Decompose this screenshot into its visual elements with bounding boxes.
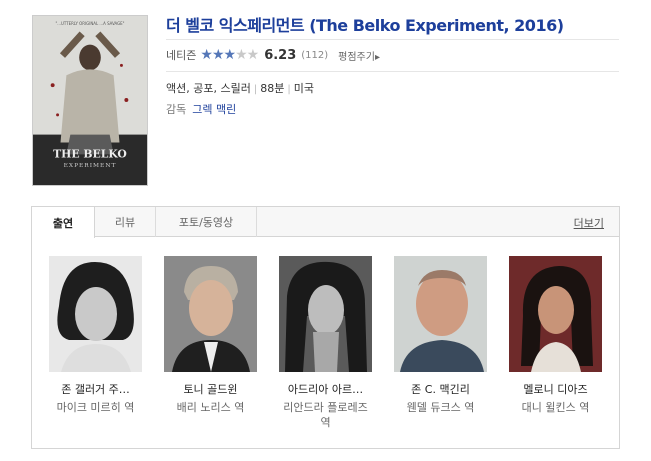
star-icon: ★: [223, 47, 237, 63]
tab-photos-videos[interactable]: 포토/동영상: [156, 207, 257, 237]
star-icon: ★: [211, 47, 225, 63]
cast-card[interactable]: 존 갤러거 주… 마이크 미르히 역: [49, 256, 142, 430]
actor-photo[interactable]: [509, 256, 602, 372]
more-link[interactable]: 더보기: [574, 215, 604, 231]
cast-card[interactable]: 아드리아 아르… 리안드라 플로레즈 역: [279, 256, 372, 430]
rating-count: (112): [301, 49, 329, 61]
poster-logo-line2: EXPERIMENT: [64, 163, 117, 169]
actor-name[interactable]: 아드리아 아르…: [279, 381, 372, 397]
movie-title[interactable]: 더 벨코 익스페리먼트 (The Belko Experiment, 2016): [166, 12, 564, 36]
rating-score: 6.23: [264, 47, 297, 63]
genres: 액션, 공포, 스릴러: [166, 82, 251, 95]
country: 미국: [293, 82, 314, 95]
actor-name[interactable]: 멜로니 디아즈: [509, 381, 602, 397]
director-label: 감독: [166, 103, 187, 116]
actor-photo[interactable]: [164, 256, 257, 372]
divider: [166, 39, 619, 40]
cast-list: 존 갤러거 주… 마이크 미르히 역 토니 골드윈 배리 노리스 역 아드리아 …: [49, 256, 624, 430]
actor-name[interactable]: 토니 골드윈: [164, 381, 257, 397]
director-link[interactable]: 그렉 맥린: [192, 103, 236, 116]
tab-reviews[interactable]: 리뷰: [95, 207, 156, 237]
actor-photo[interactable]: [49, 256, 142, 372]
actor-name[interactable]: 존 C. 맥긴리: [394, 381, 487, 397]
actor-role: 마이크 미르히 역: [56, 401, 135, 414]
star-icon: ★: [235, 47, 248, 63]
actor-name[interactable]: 존 갤러거 주…: [49, 381, 142, 397]
cast-card[interactable]: 멜로니 디아즈 대니 윌킨스 역: [509, 256, 602, 430]
tab-cast[interactable]: 출연: [32, 207, 95, 238]
actor-role: 리안드라 플로레즈 역: [283, 401, 368, 429]
movie-meta: 액션, 공포, 스릴러 | 88분 | 미국: [166, 82, 314, 95]
poster-logo-line1: THE BELKO: [53, 147, 127, 160]
rating-row: 네티즌 ★ ★ ★ ★ ★ 6.23 (112) 평점주기▸: [166, 46, 380, 64]
movie-poster[interactable]: "...UTTERLY ORIGINAL ...A SAVAGE" THE BE…: [32, 15, 148, 186]
actor-role: 배리 노리스 역: [176, 401, 245, 414]
poster-image: "...UTTERLY ORIGINAL ...A SAVAGE" THE BE…: [33, 16, 147, 185]
divider: [166, 71, 619, 72]
star-icon: ★: [246, 47, 260, 63]
rating-label: 네티즌: [166, 49, 197, 62]
director-row: 감독 그렉 맥린: [166, 101, 236, 117]
tab-bar: 출연 리뷰 포토/동영상 더보기: [32, 207, 619, 238]
cast-card[interactable]: 토니 골드윈 배리 노리스 역: [164, 256, 257, 430]
cast-panel: 출연 리뷰 포토/동영상 더보기 존 갤러거 주… 마이크 미르히 역 토니 골…: [31, 206, 620, 449]
star-icon: ★: [200, 47, 213, 63]
star-rating: ★ ★ ★ ★ ★: [200, 47, 260, 63]
actor-role: 웬델 듀크스 역: [406, 401, 475, 414]
actor-photo[interactable]: [394, 256, 487, 372]
rate-link[interactable]: 평점주기▸: [338, 48, 380, 63]
cast-card[interactable]: 존 C. 맥긴리 웬델 듀크스 역: [394, 256, 487, 430]
actor-role: 대니 윌킨스 역: [521, 401, 590, 414]
runtime: 88분: [260, 82, 285, 95]
poster-tagline: "...UTTERLY ORIGINAL ...A SAVAGE": [56, 21, 125, 26]
actor-photo[interactable]: [279, 256, 372, 372]
